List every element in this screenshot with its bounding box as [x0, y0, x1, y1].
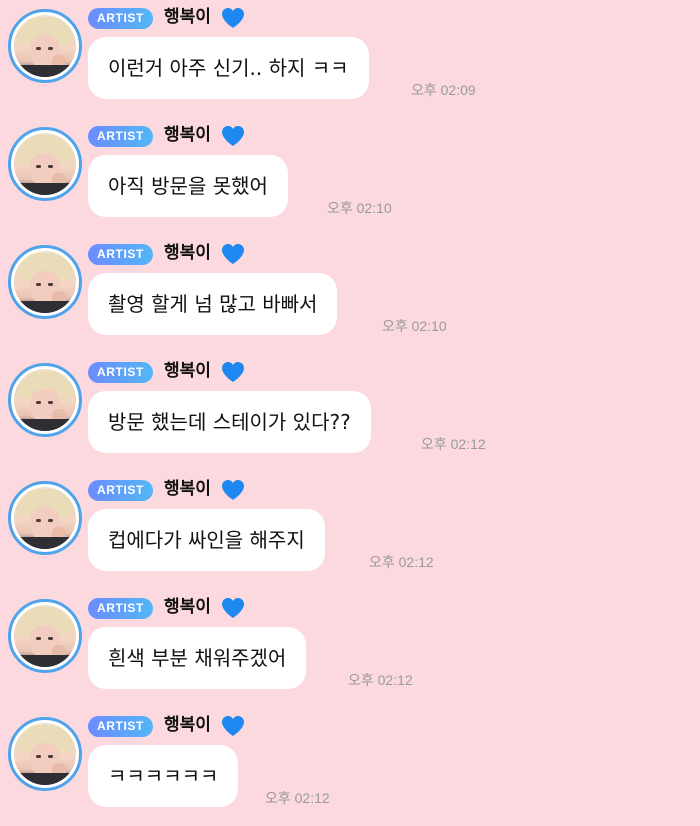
- message-row: ARTIST 행복이 ㅋㅋㅋㅋㅋㅋ 오후 02:12: [0, 708, 700, 826]
- message-bubble[interactable]: ㅋㅋㅋㅋㅋㅋ: [88, 745, 239, 807]
- avatar[interactable]: [8, 9, 82, 83]
- blue-heart-icon: [222, 716, 244, 736]
- avatar-photo: [14, 723, 76, 785]
- message-bubble[interactable]: 촬영 할게 넘 많고 바빠서: [88, 273, 338, 335]
- avatar-photo: [14, 15, 76, 77]
- avatar-photo: [14, 133, 76, 195]
- sender-name: 행복이: [164, 597, 211, 617]
- message-row: ARTIST 행복이 컵에다가 싸인을 해주지 오후 02:12: [0, 472, 700, 590]
- message-timestamp: 오후 02:12: [348, 672, 413, 688]
- artist-badge: ARTIST: [88, 362, 153, 383]
- message-timestamp: 오후 02:10: [382, 318, 447, 334]
- sender-name: 행복이: [164, 125, 211, 145]
- message-timestamp: 오후 02:12: [265, 790, 330, 806]
- avatar[interactable]: [8, 245, 82, 319]
- message-timestamp: 오후 02:10: [327, 200, 392, 216]
- artist-badge: ARTIST: [88, 126, 153, 147]
- message-timestamp: 오후 02:12: [369, 554, 434, 570]
- blue-heart-icon: [222, 8, 244, 28]
- message-bubble[interactable]: 방문 했는데 스테이가 있다??: [88, 391, 371, 453]
- blue-heart-icon: [222, 244, 244, 264]
- avatar-photo: [14, 487, 76, 549]
- artist-badge: ARTIST: [88, 8, 153, 29]
- sender-name: 행복이: [164, 361, 211, 381]
- avatar[interactable]: [8, 599, 82, 673]
- sender-name: 행복이: [164, 479, 211, 499]
- message-bubble[interactable]: 흰색 부분 채워주겠어: [88, 627, 307, 689]
- artist-badge: ARTIST: [88, 598, 153, 619]
- avatar-photo: [14, 369, 76, 431]
- message-timestamp: 오후 02:12: [421, 436, 486, 452]
- message-row: ARTIST 행복이 방문 했는데 스테이가 있다?? 오후 02:12: [0, 354, 700, 472]
- message-row: ARTIST 행복이 흰색 부분 채워주겠어 오후 02:12: [0, 590, 700, 708]
- avatar[interactable]: [8, 717, 82, 791]
- avatar-photo: [14, 251, 76, 313]
- avatar[interactable]: [8, 363, 82, 437]
- blue-heart-icon: [222, 480, 244, 500]
- avatar-photo: [14, 605, 76, 667]
- message-row: ARTIST 행복이 촬영 할게 넘 많고 바빠서 오후 02:10: [0, 236, 700, 354]
- sender-name: 행복이: [164, 243, 211, 263]
- blue-heart-icon: [222, 362, 244, 382]
- avatar[interactable]: [8, 127, 82, 201]
- sender-name: 행복이: [164, 7, 211, 27]
- blue-heart-icon: [222, 126, 244, 146]
- message-bubble[interactable]: 이런거 아주 신기.. 하지 ㅋㅋ: [88, 37, 369, 99]
- sender-name: 행복이: [164, 715, 211, 735]
- message-bubble[interactable]: 아직 방문을 못했어: [88, 155, 288, 217]
- artist-badge: ARTIST: [88, 716, 153, 737]
- artist-badge: ARTIST: [88, 244, 153, 265]
- artist-badge: ARTIST: [88, 480, 153, 501]
- message-bubble[interactable]: 컵에다가 싸인을 해주지: [88, 509, 325, 571]
- message-timestamp: 오후 02:09: [411, 82, 476, 98]
- avatar[interactable]: [8, 481, 82, 555]
- message-row: ARTIST 행복이 아직 방문을 못했어 오후 02:10: [0, 118, 700, 236]
- blue-heart-icon: [222, 598, 244, 618]
- message-row: ARTIST 행복이 이런거 아주 신기.. 하지 ㅋㅋ 오후 02:09: [0, 0, 700, 118]
